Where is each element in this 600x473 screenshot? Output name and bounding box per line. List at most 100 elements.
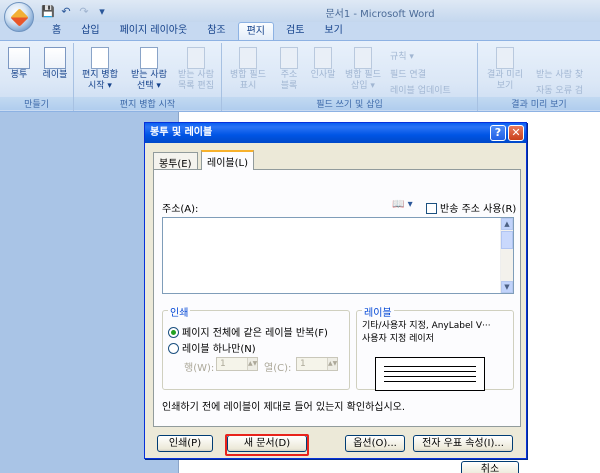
ribbon: 봉투 레이블 만들기 편지 병합 시작 ▾ 받는 사람 선택 ▾ 받는 사람 목록 편… xyxy=(0,40,600,112)
labels-icon xyxy=(44,47,66,69)
radio-full-label: 페이지 전체에 같은 레이블 반복(F) xyxy=(182,328,328,339)
tab-envelopes[interactable]: 봉투(E) xyxy=(153,152,198,170)
scroll-thumb[interactable] xyxy=(501,231,513,249)
group-start-mail-merge: 편지 병합 시작 ▾ 받는 사람 선택 ▾ 받는 사람 목록 편집 편지 병합 시작 xyxy=(74,43,222,111)
insert-field-label: 병합 필드 xyxy=(345,70,381,80)
address-book-icon[interactable]: 📖 ▾ xyxy=(392,199,413,210)
use-return-address-checkbox[interactable]: 반송 주소 사용(R) xyxy=(426,200,516,215)
group-preview-results: 결과 미리 보기 받는 사람 찾 자동 오류 검 결과 미리 보기 xyxy=(478,43,600,111)
label-preview-image xyxy=(375,357,485,391)
dialog-title-bar[interactable]: 봉투 및 레이블 ? ✕ xyxy=(145,123,526,143)
insert-merge-field-button[interactable]: 병합 필드 삽입 ▾ xyxy=(340,47,386,92)
preview-label: 결과 미리 xyxy=(487,70,523,80)
group-label: 만들기 xyxy=(0,97,73,110)
column-label: 열(C): xyxy=(264,363,292,374)
address-block-button[interactable]: 주소 블록 xyxy=(274,47,304,92)
office-button[interactable] xyxy=(4,2,34,32)
tab-home[interactable]: 홈 xyxy=(44,22,69,40)
tab-mailings[interactable]: 편지 xyxy=(237,22,275,40)
group-create: 봉투 레이블 만들기 xyxy=(0,43,74,111)
recipients-icon xyxy=(140,47,158,69)
print-group-label: 인쇄 xyxy=(168,304,191,319)
auto-check-errors-button[interactable]: 자동 오류 검 xyxy=(536,83,583,96)
select-recipients-button[interactable]: 받는 사람 선택 ▾ xyxy=(126,47,172,92)
labels-button[interactable]: 레이블 xyxy=(38,47,72,81)
edit-recipient-list-button[interactable]: 받는 사람 목록 편집 xyxy=(172,47,220,92)
cancel-button[interactable]: 취소 xyxy=(461,461,519,473)
highlight-label-2: 표시 xyxy=(239,81,257,91)
group-label: 필드 쓰기 및 삽입 xyxy=(222,97,477,110)
epostage-properties-button[interactable]: 전자 우표 속성(I)... xyxy=(413,435,513,452)
title-bar: 💾 ↶ ↷ ▾ 문서1 - Microsoft Word xyxy=(0,0,600,22)
options-button[interactable]: 옵션(O)... xyxy=(345,435,405,452)
edit-recipient-label-2: 목록 편집 xyxy=(178,81,214,91)
insert-field-icon xyxy=(354,47,372,69)
envelopes-button[interactable]: 봉투 xyxy=(4,47,34,81)
select-recipients-label: 받는 사람 xyxy=(131,70,167,80)
radio-single-text: 레이블 하나만(N) xyxy=(182,344,256,355)
address-scrollbar[interactable]: ▲ ▼ xyxy=(500,218,513,293)
spin-icon: ▲▼ xyxy=(327,358,337,370)
match-fields-button[interactable]: 필드 연결 xyxy=(390,67,426,80)
row-value: 1 xyxy=(220,359,226,369)
tab-labels[interactable]: 레이블(L) xyxy=(201,150,254,170)
preview-label-2: 보기 xyxy=(496,81,514,91)
address-textarea[interactable]: ▲ ▼ xyxy=(162,217,514,294)
close-button[interactable]: ✕ xyxy=(508,125,524,141)
edit-recipient-label: 받는 사람 xyxy=(178,70,214,80)
envelopes-label: 봉투 xyxy=(10,70,28,80)
group-label: 편지 병합 시작 xyxy=(74,97,221,110)
checkbox-icon xyxy=(426,203,437,214)
tab-references[interactable]: 참조 xyxy=(199,22,233,40)
group-label: 결과 미리 보기 xyxy=(478,97,600,110)
row-label: 행(W): xyxy=(184,363,215,374)
scroll-up-icon[interactable]: ▲ xyxy=(501,218,513,230)
insert-field-label-2: 삽입 ▾ xyxy=(351,81,375,91)
preview-results-button[interactable]: 결과 미리 보기 xyxy=(480,47,530,92)
address-label: 주소(A): xyxy=(162,204,199,215)
greeting-icon xyxy=(314,47,332,69)
help-button[interactable]: ? xyxy=(490,125,506,141)
hint-text: 인쇄하기 전에 레이블이 제대로 들어 있는지 확인하십시오. xyxy=(162,402,406,413)
address-block-label: 주소 xyxy=(280,70,298,80)
group-write-insert-fields: 병합 필드 표시 주소 블록 인사말 병합 필드 삽입 ▾ 규칙 ▾ 필드 연결 레이… xyxy=(222,43,478,111)
start-mail-merge-button[interactable]: 편지 병합 시작 ▾ xyxy=(76,47,124,92)
scroll-down-icon[interactable]: ▼ xyxy=(501,281,513,293)
highlight-icon xyxy=(239,47,257,69)
radio-selected-icon xyxy=(168,327,179,338)
labels-panel: 주소(A): 📖 ▾ 반송 주소 사용(R) ▲ ▼ 인쇄 페이지 전체에 같은… xyxy=(153,169,521,427)
window-title: 문서1 - Microsoft Word xyxy=(325,9,435,20)
tab-review[interactable]: 검토 xyxy=(278,22,312,40)
radio-full-page[interactable]: 페이지 전체에 같은 레이블 반복(F) xyxy=(168,324,328,339)
dialog-body: 봉투(E) 레이블(L) 주소(A): 📖 ▾ 반송 주소 사용(R) ▲ ▼ … xyxy=(149,147,522,473)
dialog-title: 봉투 및 레이블 xyxy=(150,127,213,138)
radio-single-label[interactable]: 레이블 하나만(N) xyxy=(168,340,256,355)
tab-page-layout[interactable]: 페이지 레이아웃 xyxy=(112,22,196,40)
ribbon-tabs: 홈 삽입 페이지 레이아웃 참조 편지 검토 보기 xyxy=(0,22,600,40)
print-button[interactable]: 인쇄(P) xyxy=(157,435,213,452)
greeting-label: 인사말 xyxy=(310,70,336,80)
highlight-label: 병합 필드 xyxy=(230,70,266,80)
radio-icon xyxy=(168,343,179,354)
greeting-line-button[interactable]: 인사말 xyxy=(306,47,340,81)
highlight-frame xyxy=(225,434,309,456)
envelope-icon xyxy=(8,47,30,69)
row-spinner[interactable]: 1 ▲▼ xyxy=(216,357,258,371)
address-block-label-2: 블록 xyxy=(280,81,298,91)
highlight-merge-fields-button[interactable]: 병합 필드 표시 xyxy=(224,47,272,92)
label-preview-wrap xyxy=(356,310,514,391)
tab-view[interactable]: 보기 xyxy=(316,22,350,40)
spin-icon: ▲▼ xyxy=(247,358,257,370)
start-mail-merge-label: 편지 병합 xyxy=(82,70,118,80)
labels-label: 레이블 xyxy=(42,70,68,80)
address-block-icon xyxy=(280,47,298,69)
rules-button[interactable]: 규칙 ▾ xyxy=(390,49,414,62)
envelopes-labels-dialog: 봉투 및 레이블 ? ✕ 봉투(E) 레이블(L) 주소(A): 📖 ▾ 반송 … xyxy=(144,122,527,473)
column-spinner[interactable]: 1 ▲▼ xyxy=(296,357,338,371)
column-value: 1 xyxy=(300,359,306,369)
update-labels-button[interactable]: 레이블 업데이트 xyxy=(390,83,451,96)
find-recipient-button[interactable]: 받는 사람 찾 xyxy=(536,67,583,80)
tab-insert[interactable]: 삽입 xyxy=(73,22,107,40)
use-return-address-label: 반송 주소 사용(R) xyxy=(440,204,517,215)
start-mail-merge-label-2: 시작 ▾ xyxy=(88,81,112,91)
